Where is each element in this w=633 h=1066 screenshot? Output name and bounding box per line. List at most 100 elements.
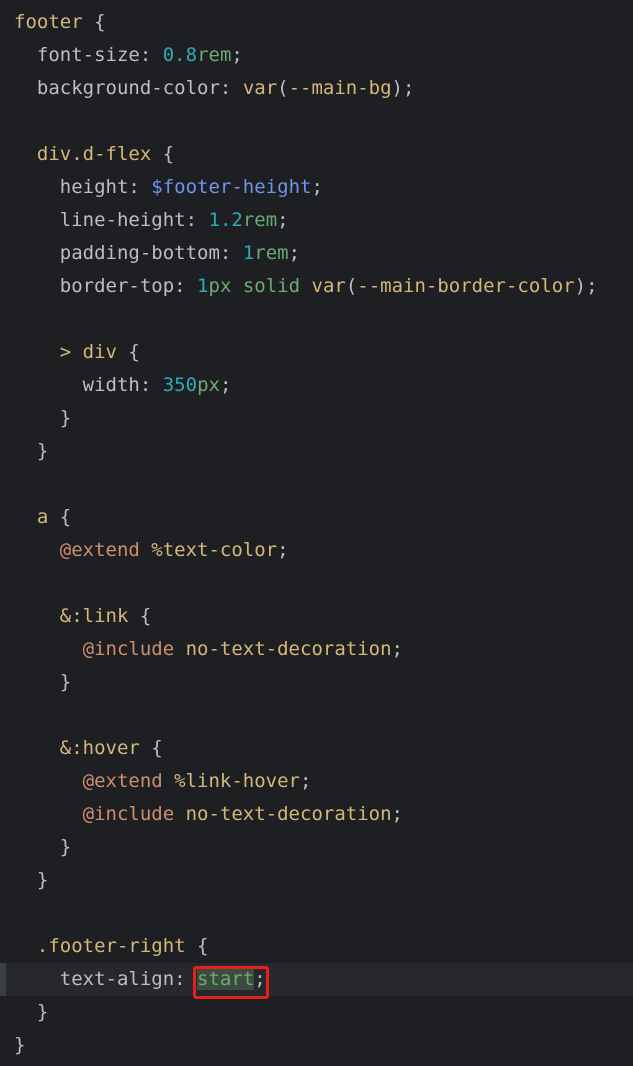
code-token: ; xyxy=(277,539,289,561)
code-token: : xyxy=(128,176,152,198)
code-line[interactable]: } xyxy=(0,831,633,864)
code-line[interactable]: @include no-text-decoration; xyxy=(0,633,633,666)
code-token: : xyxy=(219,242,243,264)
code-line-current[interactable]: text-align: start; xyxy=(0,963,633,999)
code-token: } xyxy=(36,440,49,462)
code-token: : xyxy=(139,44,163,66)
code-line[interactable] xyxy=(0,468,633,501)
code-token: div.d-flex xyxy=(36,143,152,165)
code-token: 1 xyxy=(242,242,255,264)
code-token: ; xyxy=(391,638,403,660)
code-token: %text-color xyxy=(151,539,278,561)
code-token: } xyxy=(14,1034,26,1056)
code-line[interactable]: width: 350px; xyxy=(0,369,633,402)
code-line[interactable]: footer { xyxy=(0,6,633,39)
code-token: solid xyxy=(242,275,301,297)
code-line[interactable]: padding-bottom: 1rem; xyxy=(0,237,633,270)
code-token: ; xyxy=(311,176,323,198)
code-token: $footer-height xyxy=(151,176,312,198)
code-token: } xyxy=(36,869,49,891)
code-line[interactable]: } xyxy=(0,402,633,435)
code-line[interactable]: font-size: 0.8rem; xyxy=(0,39,633,72)
code-token: } xyxy=(59,671,72,693)
code-token: var xyxy=(311,275,346,297)
code-line[interactable]: } xyxy=(0,1029,633,1062)
code-token: 1.2 xyxy=(208,209,243,231)
code-token: var xyxy=(242,77,278,99)
code-token: ); xyxy=(574,275,598,297)
code-token: ); xyxy=(391,77,415,99)
code-token: no-text-decoration xyxy=(185,638,392,660)
code-token: ( xyxy=(345,275,358,297)
code-line[interactable]: } xyxy=(0,435,633,468)
code-line[interactable]: &:link { xyxy=(0,600,633,633)
code-token: ( xyxy=(277,77,289,99)
code-line[interactable]: &:hover { xyxy=(0,732,633,765)
code-line[interactable]: @include no-text-decoration; xyxy=(0,798,633,831)
code-token: &:link xyxy=(59,605,129,627)
code-token: no-text-decoration xyxy=(185,803,392,825)
code-token: : xyxy=(219,77,243,99)
code-token: ; xyxy=(219,374,232,396)
code-line[interactable] xyxy=(0,699,633,732)
code-token: .footer-right xyxy=(36,935,186,957)
code-line[interactable]: div.d-flex { xyxy=(0,138,633,171)
code-token: width xyxy=(82,374,140,396)
code-line[interactable]: background-color: var(--main-bg); xyxy=(0,72,633,105)
code-token: @extend xyxy=(59,539,140,561)
code-line[interactable]: } xyxy=(0,666,633,699)
code-line[interactable]: @extend %link-hover; xyxy=(0,765,633,798)
code-line[interactable]: > div { xyxy=(0,336,633,369)
code-token: : xyxy=(174,275,198,297)
code-line[interactable]: } xyxy=(0,996,633,1029)
code-token: --main-border-color xyxy=(357,275,575,297)
code-token: : xyxy=(185,209,209,231)
code-token: ; xyxy=(288,242,301,264)
code-line[interactable] xyxy=(0,567,633,600)
code-line[interactable]: .footer-right { xyxy=(0,930,633,963)
code-line[interactable]: } xyxy=(0,864,633,897)
code-editor[interactable]: footer { font-size: 0.8rem; background-c… xyxy=(0,6,633,1066)
code-token: { xyxy=(48,506,72,528)
code-token: @include xyxy=(82,638,175,660)
code-line[interactable] xyxy=(0,897,633,930)
code-token: rem xyxy=(242,209,278,231)
code-token: text-align xyxy=(59,968,175,990)
code-token: padding-bottom xyxy=(59,242,220,264)
code-line[interactable]: a { xyxy=(0,501,633,534)
code-token: { xyxy=(116,341,140,363)
code-line[interactable]: line-height: 1.2rem; xyxy=(0,204,633,237)
code-line[interactable]: height: $footer-height; xyxy=(0,171,633,204)
code-token: } xyxy=(36,1001,49,1023)
code-token: ; xyxy=(277,209,289,231)
code-line[interactable] xyxy=(0,105,633,138)
highlighted-value: start xyxy=(193,963,270,999)
code-token: { xyxy=(82,11,106,33)
code-line[interactable]: border-top: 1px solid var(--main-border-… xyxy=(0,270,633,303)
code-line[interactable]: @extend %text-color; xyxy=(0,534,633,567)
code-token: @extend xyxy=(82,770,163,792)
code-token: : xyxy=(139,374,163,396)
code-line[interactable] xyxy=(0,303,633,336)
code-token: { xyxy=(185,935,209,957)
